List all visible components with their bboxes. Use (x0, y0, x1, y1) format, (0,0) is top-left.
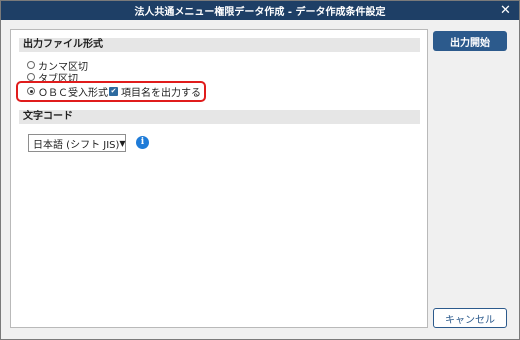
title-bar: 法人共通メニュー権限データ作成 - データ作成条件設定 ✕ (1, 1, 519, 20)
cancel-button[interactable]: キャンセル (433, 308, 507, 328)
radio-button[interactable] (27, 73, 35, 81)
checkbox-label: 項目名を出力する (121, 87, 201, 99)
radio-option-obc[interactable]: ＯＢＣ受入形式 (27, 85, 108, 99)
dialog-window: 法人共通メニュー権限データ作成 - データ作成条件設定 ✕ 出力ファイル形式 カ… (0, 0, 520, 340)
info-icon[interactable]: i (136, 136, 149, 149)
checkbox-checked-icon[interactable]: ✔ (109, 86, 118, 96)
close-icon[interactable]: ✕ (498, 3, 513, 18)
radio-button[interactable] (27, 61, 35, 69)
start-output-button[interactable]: 出力開始 (433, 31, 507, 51)
settings-panel: 出力ファイル形式 カンマ区切 タブ区切 ＯＢＣ受入形式 ✔ 項目名を出力する 文… (10, 29, 428, 328)
encoding-header: 文字コード (19, 110, 420, 124)
encoding-selected-value: 日本語 (シフト JIS) (33, 139, 120, 151)
output-item-names-checkbox[interactable]: ✔ 項目名を出力する (109, 85, 201, 99)
encoding-select[interactable]: 日本語 (シフト JIS) ▼ (28, 134, 126, 152)
chevron-down-icon: ▼ (119, 138, 126, 148)
radio-button-selected[interactable] (27, 87, 35, 95)
output-format-header: 出力ファイル形式 (19, 38, 420, 52)
window-title: 法人共通メニュー権限データ作成 - データ作成条件設定 (134, 7, 386, 18)
radio-label: ＯＢＣ受入形式 (38, 87, 108, 99)
